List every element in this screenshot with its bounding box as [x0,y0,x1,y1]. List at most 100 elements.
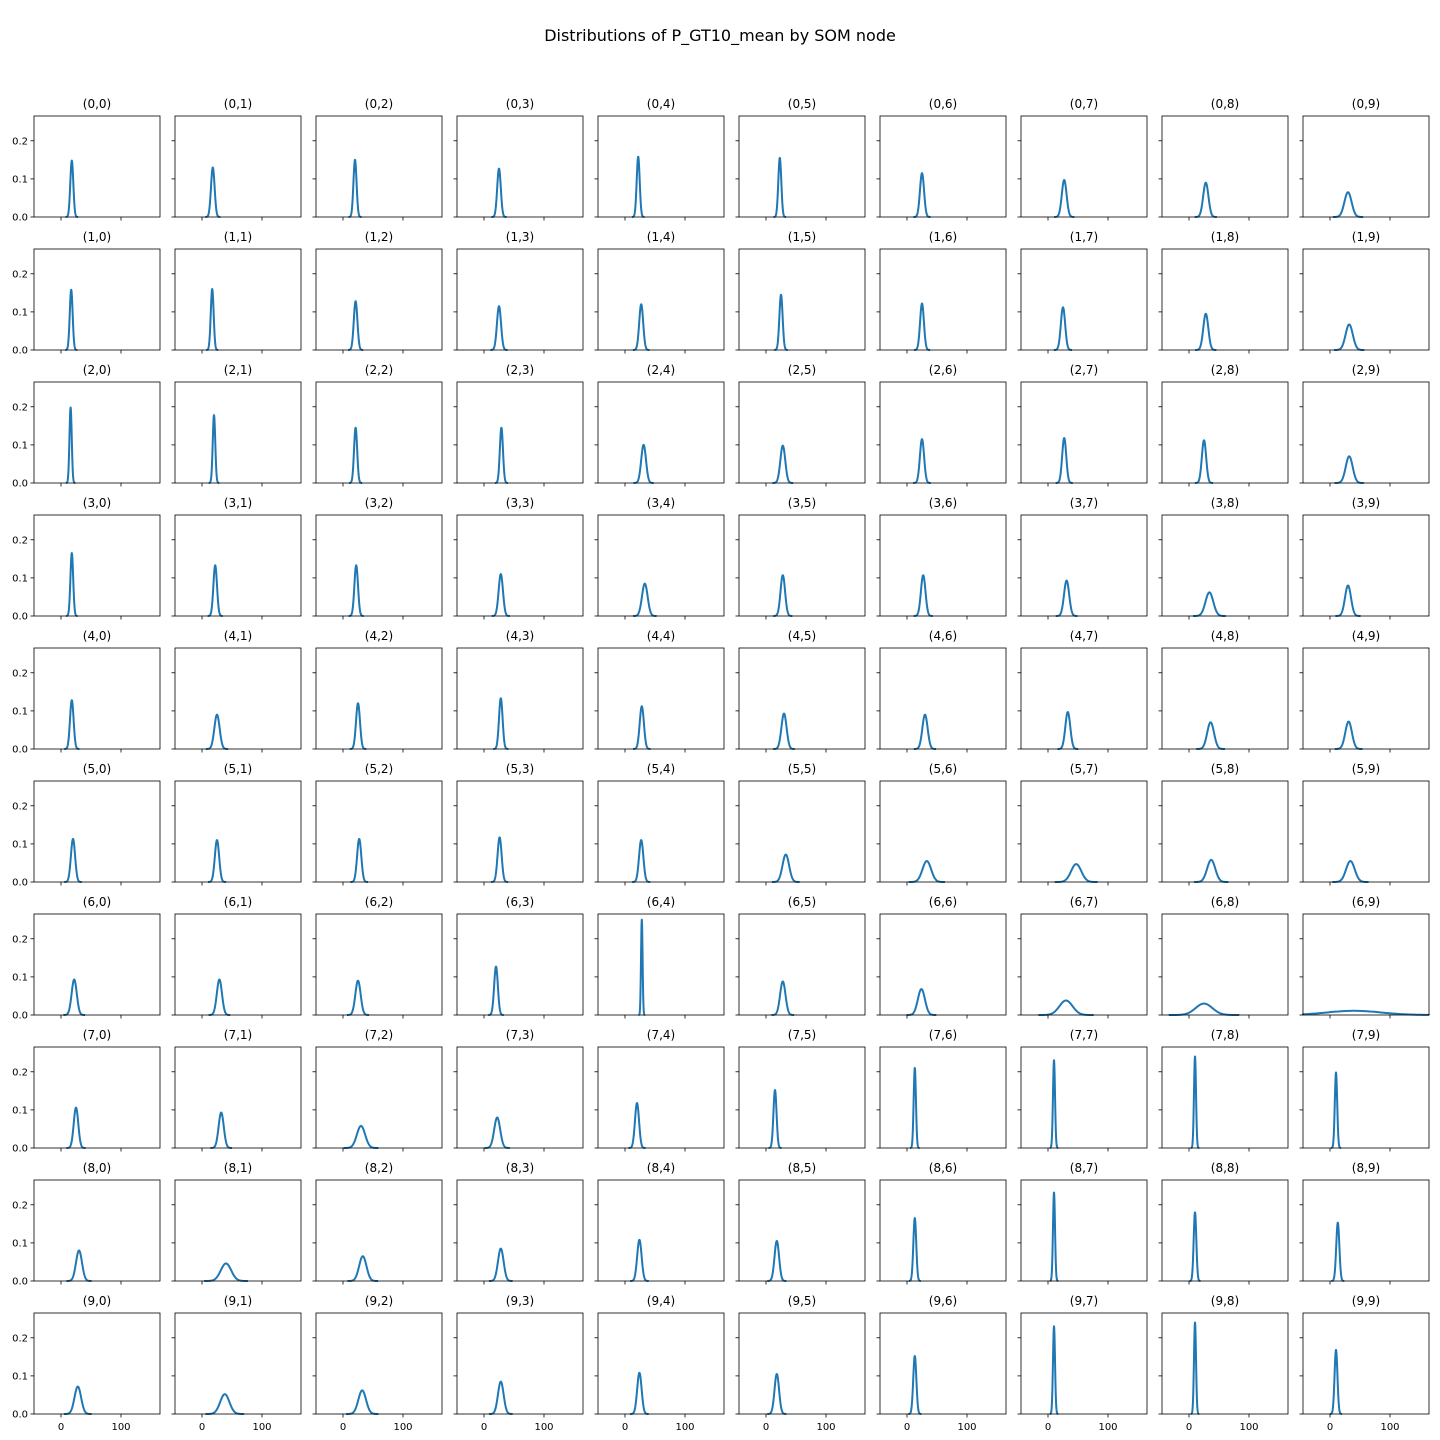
subplot: (2,6) [876,363,1007,487]
subplot-title: (8,8) [1211,1161,1239,1175]
axes-frame [597,1312,725,1415]
x-tick-label: 100 [252,1422,271,1433]
density-line [631,839,652,883]
subplot-title: (5,1) [224,762,252,776]
subplot: (3,3) [453,496,584,620]
subplot-title: (7,4) [647,1028,675,1042]
subplot: (5,6) [876,762,1007,886]
x-tick-label: 100 [393,1422,412,1433]
subplot-title: (8,2) [365,1161,393,1175]
density-line [913,713,937,750]
subplot: (3,9) [1299,496,1430,620]
subplot: (3,5) [735,496,866,620]
density-line [1189,1321,1201,1415]
y-tick-label: 0.2 [12,535,28,546]
axes-frame [1161,1312,1289,1415]
subplot-title: (9,6) [929,1294,957,1308]
subplot: (1,4) [594,230,725,354]
density-line [347,564,365,617]
subplot-title: (7,3) [506,1028,534,1042]
axes-frame [456,913,584,1016]
axes-frame [1302,1312,1430,1415]
subplot-title: (7,5) [788,1028,816,1042]
subplot-title: (9,8) [1211,1294,1239,1308]
subplot-title: (3,2) [365,496,393,510]
subplot: (1,7) [1017,230,1148,354]
axes-frame [456,647,584,750]
density-line [772,712,796,750]
y-tick-label: 0.1 [12,307,28,318]
subplot-title: (4,5) [788,629,816,643]
subplot-title: (9,5) [788,1294,816,1308]
subplot: (3,8) [1158,496,1289,620]
subplot: (9,4) 0 100 [594,1294,725,1433]
axes-frame [1020,647,1148,750]
y-tick-label: 0.0 [12,479,28,490]
axes-frame [315,1312,443,1415]
subplot-title: (6,7) [1070,895,1098,909]
y-tick-label: 0.1 [12,972,28,983]
axes-frame [738,248,866,351]
density-line [1333,455,1365,484]
subplot: (6,3) [453,895,584,1019]
subplot: (5,5) [735,762,866,886]
axes-frame [315,514,443,617]
axes-frame [738,647,866,750]
subplot: (4,0) 0.0 0.1 0.2 [12,629,161,756]
density-line [207,978,232,1016]
axes-frame [597,514,725,617]
density-line [205,288,220,351]
axes-frame [456,1312,584,1415]
subplot-title: (7,7) [1070,1028,1098,1042]
x-tick-label: 0 [481,1422,487,1433]
density-line [62,978,86,1016]
subplot-title: (1,0) [83,230,111,244]
subplot-title: (9,9) [1352,1294,1380,1308]
subplot-title: (5,2) [365,762,393,776]
subplot: (3,0) 0.0 0.1 0.2 [12,496,161,623]
axes-frame [1302,1046,1430,1149]
subplot: (5,9) [1299,762,1430,886]
density-line [205,713,229,750]
density-line [1193,181,1218,218]
axes-frame [1302,780,1430,883]
density-line [63,1385,93,1415]
subplot: (2,5) [735,363,866,487]
subplot-title: (2,6) [929,363,957,377]
density-line [204,166,222,218]
subplot: (2,3) [453,363,584,487]
x-tick-label: 0 [58,1422,64,1433]
density-line [1192,591,1227,617]
subplot: (8,9) [1299,1161,1430,1285]
subplot: (6,9) [1299,895,1430,1019]
density-line [773,293,789,351]
subplot-title: (8,5) [788,1161,816,1175]
subplot-title: (0,5) [788,97,816,111]
subplot-title: (0,2) [365,97,393,111]
axes-frame [597,780,725,883]
density-line [771,853,801,883]
axes-frame [738,780,866,883]
subplot-title: (4,1) [224,629,252,643]
subplot-title: (1,5) [788,230,816,244]
subplot: (9,1) 0 100 [171,1294,302,1433]
density-line [1195,721,1226,750]
y-tick-label: 0.1 [12,839,28,850]
chart-title: Distributions of P_GT10_mean by SOM node [544,26,896,46]
axes-frame [879,1312,1007,1415]
subplot: (6,2) [312,895,443,1019]
subplot: (3,1) [171,496,302,620]
y-tick-label: 0.0 [12,612,28,623]
subplot-title: (8,0) [83,1161,111,1175]
density-line [490,167,508,218]
density-line [1168,1002,1240,1016]
subplot: (0,6) [876,97,1007,221]
density-line [342,1124,380,1149]
density-line [65,1106,87,1149]
x-tick-label: 0 [1327,1422,1333,1433]
subplot-title: (0,9) [1352,97,1380,111]
subplot: (8,5) [735,1161,866,1285]
axes-frame [1161,115,1289,218]
density-line [1333,323,1366,351]
x-tick-label: 0 [340,1422,346,1433]
